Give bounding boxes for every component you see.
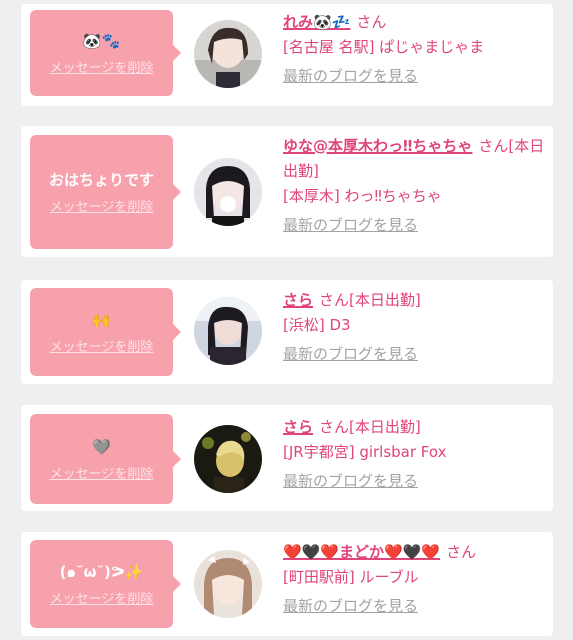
- latest-blog-link[interactable]: 最新のブログを見る: [283, 342, 545, 367]
- message-card: 🙌 メッセージを削除 さら さん[本日出勤] [浜松] D3 最新のブログを見る: [21, 280, 553, 384]
- honorific: さん: [319, 418, 350, 436]
- honorific: さん: [356, 13, 387, 31]
- sender-name-link[interactable]: さら: [283, 291, 313, 309]
- message-card: 🩶 メッセージを削除 さら さん[本日出勤] [JR宇都宮] girlsbar F…: [21, 405, 553, 511]
- message-text: 🐼🐾: [82, 31, 121, 50]
- message-text: (๑˘ω˘)ᕗ✨: [59, 562, 144, 581]
- sender-info: さら さん[本日出勤] [浜松] D3 最新のブログを見る: [283, 288, 545, 367]
- sender-info: さら さん[本日出勤] [JR宇都宮] girlsbar Fox 最新のブログを見…: [283, 415, 545, 494]
- message-card: 🐼🐾 メッセージを削除 れみ🐼💤 さん [名古屋 名駅] ぱじゃまじゃま 最新のブ…: [21, 4, 553, 106]
- message-text: おはちょりです: [48, 170, 154, 189]
- message-card: (๑˘ω˘)ᕗ✨ メッセージを削除 ❤️🖤❤️まどか❤️🖤❤️ さん [町田駅前]…: [21, 532, 553, 636]
- avatar[interactable]: [194, 20, 262, 88]
- latest-blog-link[interactable]: 最新のブログを見る: [283, 64, 545, 89]
- message-bubble: 🙌 メッセージを削除: [30, 288, 181, 376]
- sender-name-link[interactable]: れみ🐼💤: [283, 13, 350, 31]
- message-bubble: 🩶 メッセージを削除: [30, 414, 181, 504]
- sender-name-link[interactable]: さら: [283, 418, 313, 436]
- avatar[interactable]: [194, 297, 262, 365]
- sender-detail: [町田駅前] ルーブル: [283, 568, 419, 586]
- delete-message-link[interactable]: メッセージを削除: [50, 463, 154, 482]
- sender-detail: [名古屋 名駅] ぱじゃまじゃま: [283, 38, 485, 56]
- honorific: さん: [478, 137, 509, 155]
- avatar[interactable]: [194, 550, 262, 618]
- message-bubble: おはちょりです メッセージを削除: [30, 135, 181, 249]
- latest-blog-link[interactable]: 最新のブログを見る: [283, 594, 545, 619]
- honorific: さん: [319, 291, 350, 309]
- message-bubble: (๑˘ω˘)ᕗ✨ メッセージを削除: [30, 540, 181, 628]
- work-status: [本日出勤]: [349, 291, 421, 309]
- sender-info: ゆな@本厚木わっ‼ちゃちゃ さん[本日出勤] [本厚木] わっ‼ちゃちゃ 最新のブ…: [283, 134, 545, 238]
- sender-info: ❤️🖤❤️まどか❤️🖤❤️ さん [町田駅前] ルーブル 最新のブログを見る: [283, 540, 545, 619]
- sender-detail: [JR宇都宮] girlsbar Fox: [283, 443, 447, 461]
- work-status: [本日出勤]: [349, 418, 421, 436]
- latest-blog-link[interactable]: 最新のブログを見る: [283, 469, 545, 494]
- sender-name-link[interactable]: ゆな@本厚木わっ‼ちゃちゃ: [283, 137, 472, 155]
- message-text: 🩶: [92, 437, 111, 456]
- avatar[interactable]: [194, 425, 262, 493]
- honorific: さん: [446, 543, 477, 561]
- avatar[interactable]: [194, 158, 262, 226]
- delete-message-link[interactable]: メッセージを削除: [50, 336, 154, 355]
- sender-name-link[interactable]: ❤️🖤❤️まどか❤️🖤❤️: [283, 543, 440, 561]
- message-bubble: 🐼🐾 メッセージを削除: [30, 10, 181, 96]
- sender-detail: [本厚木] わっ‼ちゃちゃ: [283, 187, 442, 205]
- message-text: 🙌: [92, 310, 111, 329]
- delete-message-link[interactable]: メッセージを削除: [50, 588, 154, 607]
- sender-detail: [浜松] D3: [283, 316, 351, 334]
- message-card: おはちょりです メッセージを削除 ゆな@本厚木わっ‼ちゃちゃ さん[本日出勤] […: [21, 126, 553, 257]
- sender-info: れみ🐼💤 さん [名古屋 名駅] ぱじゃまじゃま 最新のブログを見る: [283, 10, 545, 89]
- delete-message-link[interactable]: メッセージを削除: [50, 57, 154, 76]
- latest-blog-link[interactable]: 最新のブログを見る: [283, 213, 545, 238]
- delete-message-link[interactable]: メッセージを削除: [50, 196, 154, 215]
